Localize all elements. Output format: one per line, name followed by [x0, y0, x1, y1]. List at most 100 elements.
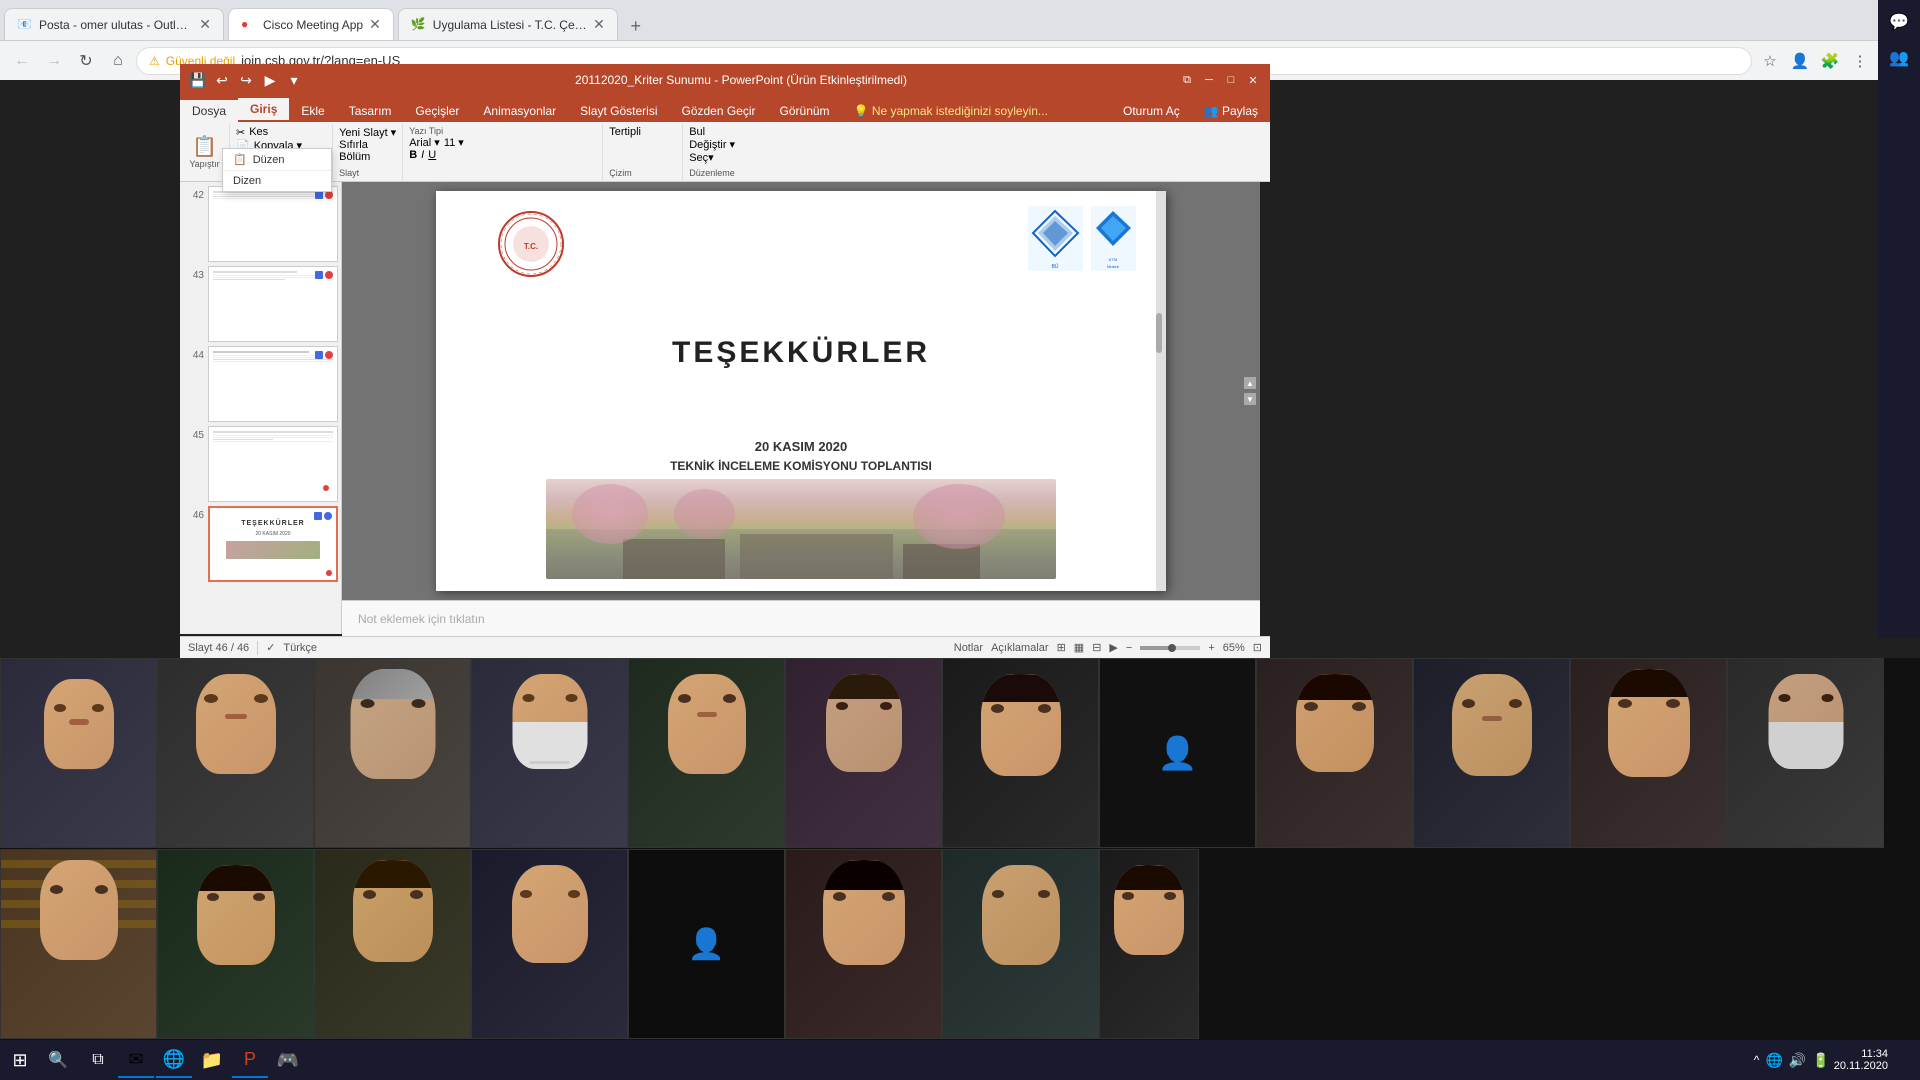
- tray-up-btn[interactable]: ^: [1754, 1053, 1760, 1067]
- select-btn[interactable]: Seç▾: [689, 151, 737, 164]
- show-desktop-btn[interactable]: [1892, 1042, 1912, 1078]
- cut-btn[interactable]: ✂Kes: [236, 126, 326, 139]
- ppt-minimize-btn[interactable]: ─: [1200, 71, 1218, 89]
- new-slide-btn[interactable]: Yeni Slayt ▾: [339, 126, 396, 139]
- video-cell-17: 👤: [628, 849, 785, 1039]
- dropdown-duzen[interactable]: 📋 Düzen: [223, 149, 331, 170]
- ribbon-tab-tasarim[interactable]: Tasarım: [337, 100, 404, 122]
- ribbon-tab-gorunum[interactable]: Görünüm: [768, 100, 842, 122]
- tab-outlook-close[interactable]: ✕: [199, 16, 211, 33]
- ribbon-tab-dosya[interactable]: Dosya: [180, 100, 238, 122]
- battery-icon: 🔋: [1812, 1052, 1829, 1069]
- ribbon-paylas[interactable]: 👥 Paylaş: [1192, 100, 1270, 122]
- slide-thumb-44[interactable]: 44: [184, 346, 337, 422]
- zoom-slider[interactable]: [1140, 646, 1200, 650]
- taskbar-powerpoint-app[interactable]: P: [232, 1042, 268, 1078]
- windows-start-btn[interactable]: ⊞: [0, 1040, 40, 1080]
- ribbon-tab-gozden-gecir[interactable]: Gözden Geçir: [669, 100, 767, 122]
- forward-button[interactable]: →: [40, 47, 68, 75]
- zoom-out-btn[interactable]: −: [1126, 642, 1132, 654]
- redo-qat-btn[interactable]: ↪: [236, 70, 256, 90]
- slide-img-44[interactable]: [208, 346, 338, 422]
- tab-applications-close[interactable]: ✕: [593, 16, 605, 33]
- font-name-btn[interactable]: Arial ▾: [409, 136, 440, 149]
- find-btn[interactable]: Bul: [689, 126, 737, 138]
- taskbar-search-btn[interactable]: 🔍: [40, 1042, 76, 1078]
- video-cell-20: [1099, 849, 1199, 1039]
- reset-slide-btn[interactable]: Sıfırla: [339, 139, 396, 151]
- ppt-maximize-btn[interactable]: □: [1222, 71, 1240, 89]
- taskbar-chrome-app[interactable]: 🌐: [156, 1042, 192, 1078]
- taskbar-task-view[interactable]: ⧉: [80, 1042, 116, 1078]
- ppt-close-btn[interactable]: ✕: [1244, 71, 1262, 89]
- taskbar-extra-app[interactable]: 🎮: [270, 1042, 306, 1078]
- scroll-thumb[interactable]: [1156, 313, 1162, 353]
- home-button[interactable]: ⌂: [104, 47, 132, 75]
- reload-button[interactable]: ↻: [72, 47, 100, 75]
- ribbon-group-arrange: Tertipli Çizim: [603, 124, 683, 180]
- tab-cisco-close[interactable]: ✕: [369, 16, 381, 33]
- slide-canvas[interactable]: T.C. BÜ KTM Merkezi: [436, 191, 1166, 591]
- ribbon-tab-search[interactable]: 💡 Ne yapmak istediğinizi soyleyin...: [842, 100, 1060, 122]
- bold-btn[interactable]: B: [409, 149, 417, 161]
- paste-btn[interactable]: 📋: [192, 134, 217, 159]
- slideshow-btn[interactable]: ▶: [1109, 641, 1117, 654]
- tab-outlook[interactable]: 📧 Posta - omer ulutas - Outlook ✕: [4, 8, 224, 40]
- network-icon: 🌐: [1765, 1052, 1782, 1069]
- slide-img-42[interactable]: [208, 186, 338, 262]
- language-status: Türkçe: [283, 642, 317, 654]
- reading-view-btn[interactable]: ⊟: [1092, 641, 1101, 654]
- ppt-restore-btn[interactable]: ⧉: [1178, 71, 1196, 89]
- customize-qat-btn[interactable]: ▾: [284, 70, 304, 90]
- menu-icon[interactable]: ⋮: [1846, 47, 1874, 75]
- slide-img-46[interactable]: TEŞEKKÜRLER 20 KASIM 2020: [208, 506, 338, 582]
- slide-img-43[interactable]: [208, 266, 338, 342]
- replace-btn[interactable]: Değiştir ▾: [689, 138, 737, 151]
- slide-img-45[interactable]: [208, 426, 338, 502]
- tab-applications[interactable]: 🌿 Uygulama Listesi - T.C. Çevre ve... ✕: [398, 8, 618, 40]
- normal-view-btn[interactable]: ⊞: [1057, 641, 1066, 654]
- ribbon-tab-slayt-gosterisi[interactable]: Slayt Gösterisi: [568, 100, 669, 122]
- ribbon-tab-animasyonlar[interactable]: Animasyonlar: [471, 100, 568, 122]
- font-size-btn[interactable]: 11 ▾: [444, 136, 464, 149]
- slide-thumb-46[interactable]: 46 TEŞEKKÜRLER 20 KASIM 2020: [184, 506, 337, 582]
- bookmark-icon[interactable]: ☆: [1756, 47, 1784, 75]
- new-tab-button[interactable]: +: [622, 12, 650, 40]
- fit-screen-btn[interactable]: ⊡: [1253, 641, 1262, 654]
- cisco-favicon: ●: [241, 17, 257, 33]
- slide-thumb-43[interactable]: 43: [184, 266, 337, 342]
- slide-thumb-45[interactable]: 45: [184, 426, 337, 502]
- undo-qat-btn[interactable]: ↩: [212, 70, 232, 90]
- scroll-down-btn[interactable]: ▼: [1244, 393, 1256, 405]
- underline-btn[interactable]: U: [428, 149, 436, 161]
- taskbar-outlook-app[interactable]: ✉: [118, 1042, 154, 1078]
- italic-btn[interactable]: I: [421, 149, 424, 161]
- notes-bar[interactable]: Not eklemek için tıklatın: [342, 600, 1260, 636]
- arrange-btn[interactable]: Tertipli: [609, 126, 676, 138]
- profile-icon[interactable]: 👤: [1786, 47, 1814, 75]
- notes-btn[interactable]: Notlar: [954, 642, 983, 654]
- slide-sorter-btn[interactable]: ▦: [1074, 641, 1084, 654]
- zoom-in-btn[interactable]: +: [1208, 642, 1214, 654]
- ppt-window-controls: ⧉ ─ □ ✕: [1178, 71, 1262, 89]
- cisco-panel-btn-2[interactable]: 👥: [1885, 44, 1913, 72]
- taskbar-explorer-app[interactable]: 📁: [194, 1042, 230, 1078]
- cisco-panel-btn-1[interactable]: 💬: [1885, 8, 1913, 36]
- tab-cisco[interactable]: ● Cisco Meeting App ✕: [228, 8, 394, 40]
- ribbon-tab-giris[interactable]: Giriş: [238, 98, 289, 122]
- ribbon-tab-ekle[interactable]: Ekle: [289, 100, 336, 122]
- slide-scrollbar[interactable]: [1156, 191, 1166, 591]
- extensions-icon[interactable]: 🧩: [1816, 47, 1844, 75]
- security-warning-icon: ⚠: [149, 54, 160, 68]
- comments-btn[interactable]: Açıklamalar: [991, 642, 1048, 654]
- ribbon-oturum-ac[interactable]: Oturum Aç: [1111, 100, 1192, 122]
- scroll-up-btn[interactable]: ▲: [1244, 377, 1256, 389]
- slide-thumb-42[interactable]: 42: [184, 186, 337, 262]
- present-qat-btn[interactable]: ▶: [260, 70, 280, 90]
- back-button[interactable]: ←: [8, 47, 36, 75]
- section-btn[interactable]: Bölüm: [339, 151, 396, 163]
- taskbar-datetime[interactable]: 11:34 20.11.2020: [1834, 1048, 1888, 1072]
- save-qat-btn[interactable]: 💾: [188, 70, 208, 90]
- dropdown-dizen[interactable]: Dizen: [223, 171, 331, 191]
- ribbon-tab-gecisler[interactable]: Geçişler: [403, 100, 471, 122]
